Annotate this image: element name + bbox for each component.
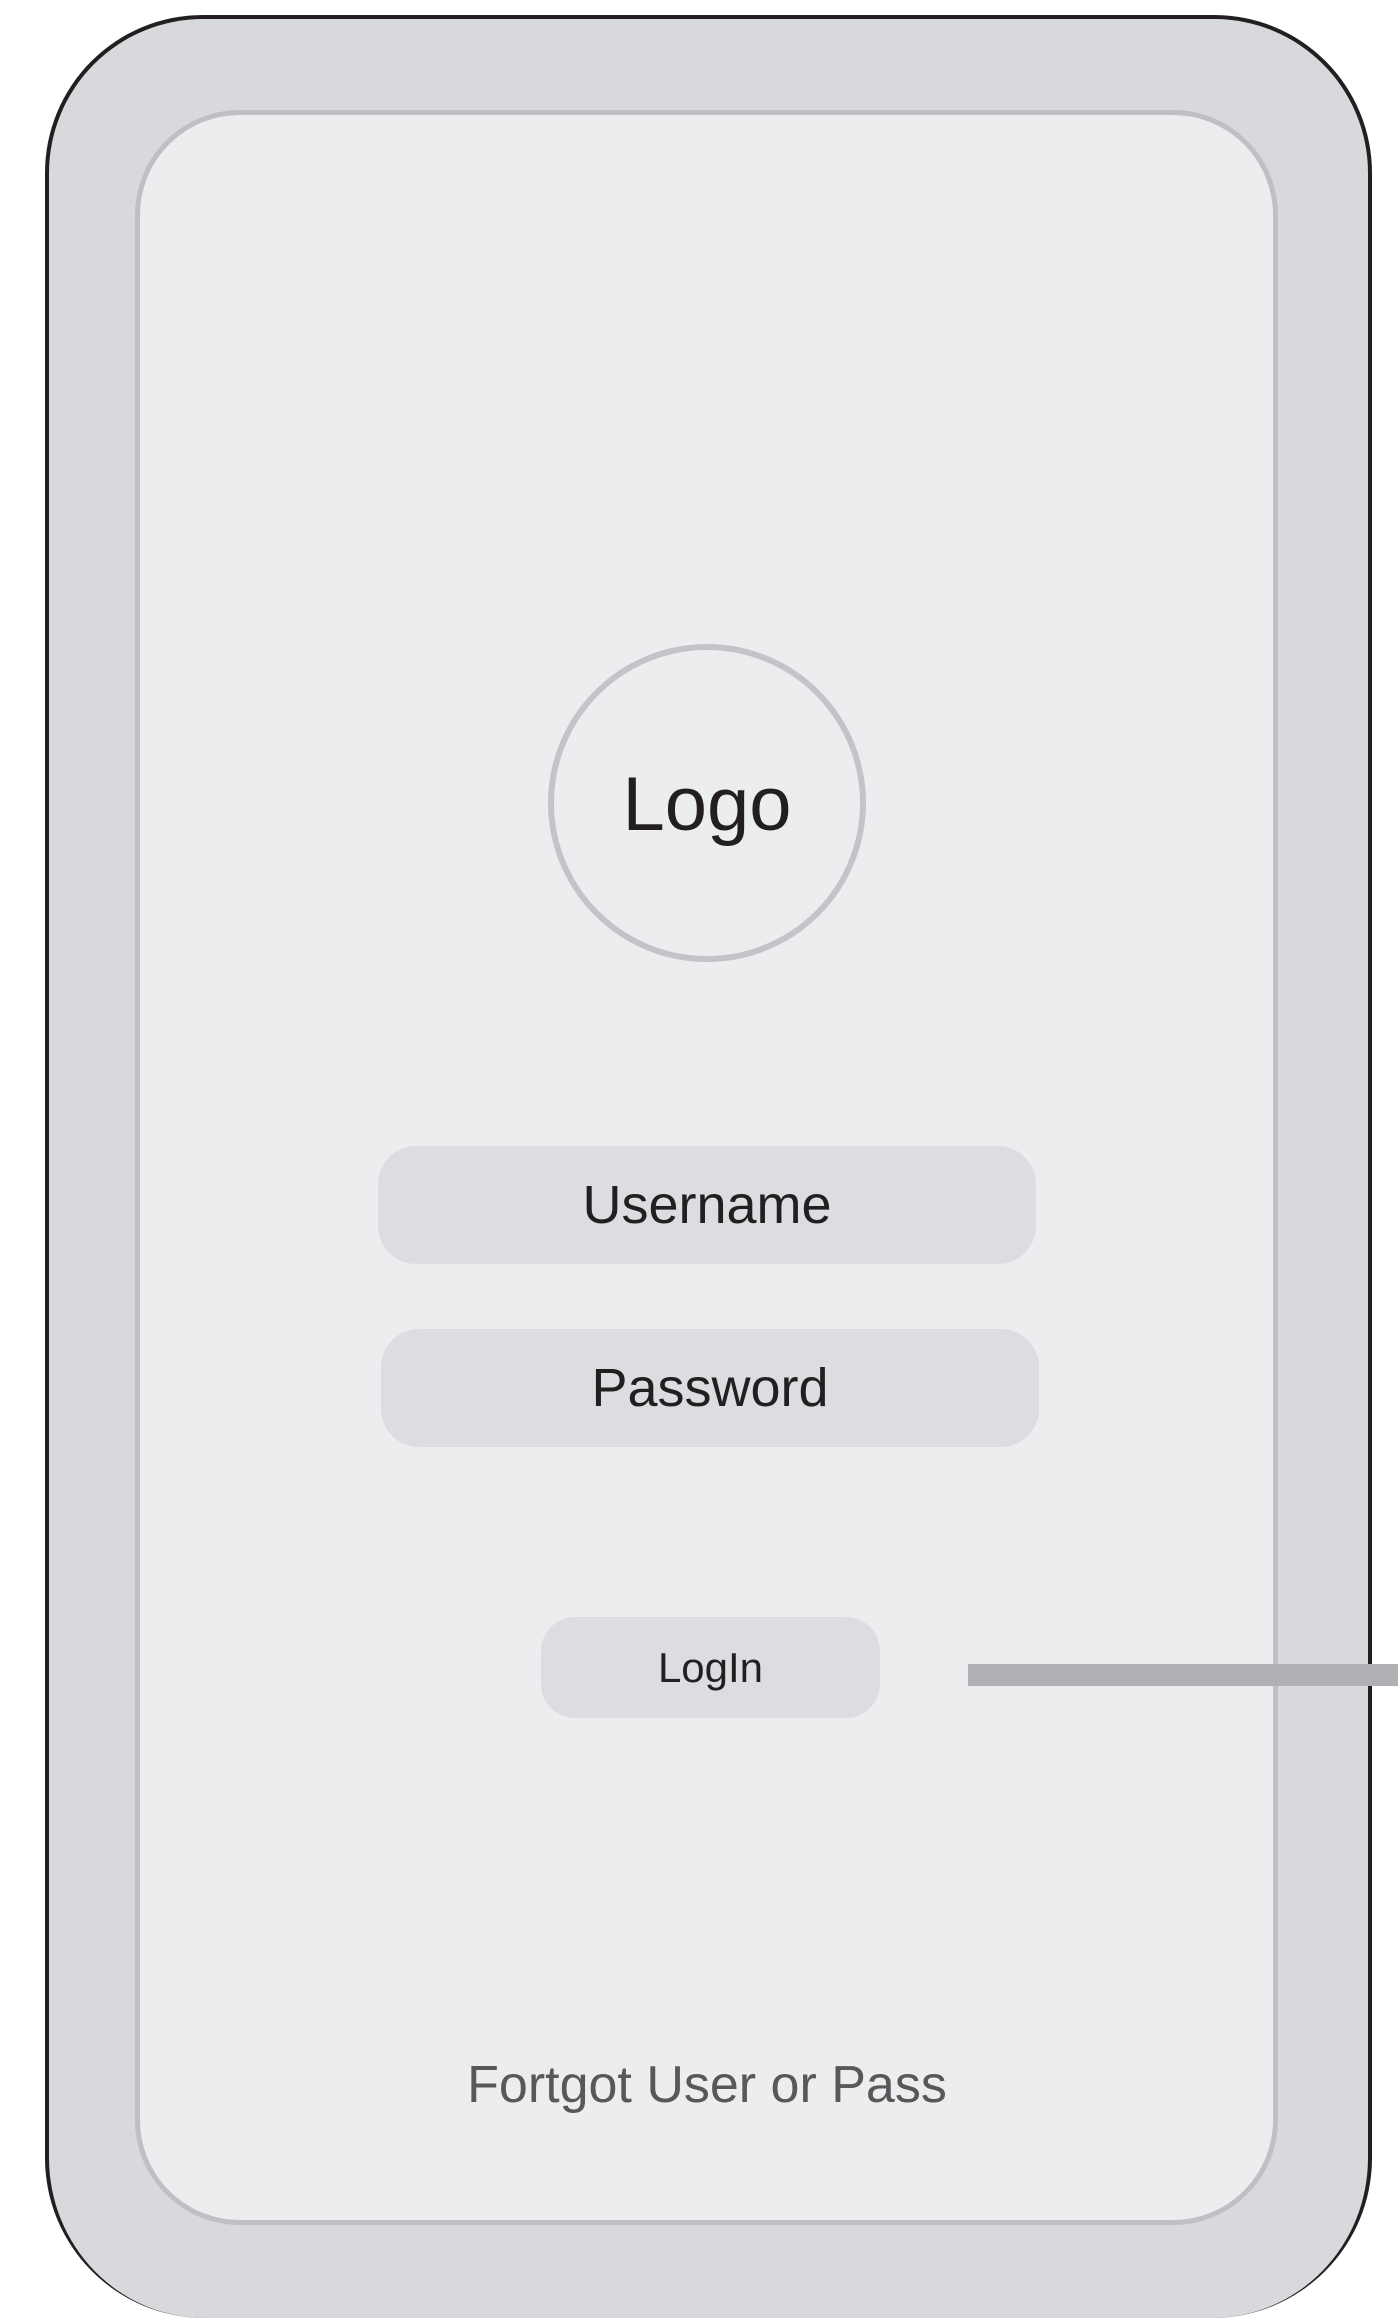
forgot-credentials-link[interactable]: Fortgot User or Pass: [380, 2055, 1034, 2115]
annotation-connector-line: [968, 1664, 1398, 1686]
login-button-label: LogIn: [657, 1643, 764, 1691]
username-field[interactable]: Username: [378, 1146, 1036, 1264]
logo-placeholder: Logo: [548, 644, 866, 962]
login-button[interactable]: LogIn: [541, 1617, 880, 1718]
username-placeholder: Username: [582, 1175, 832, 1235]
logo-label: Logo: [622, 762, 792, 847]
password-placeholder: Password: [591, 1358, 829, 1418]
password-field[interactable]: Password: [381, 1329, 1039, 1447]
